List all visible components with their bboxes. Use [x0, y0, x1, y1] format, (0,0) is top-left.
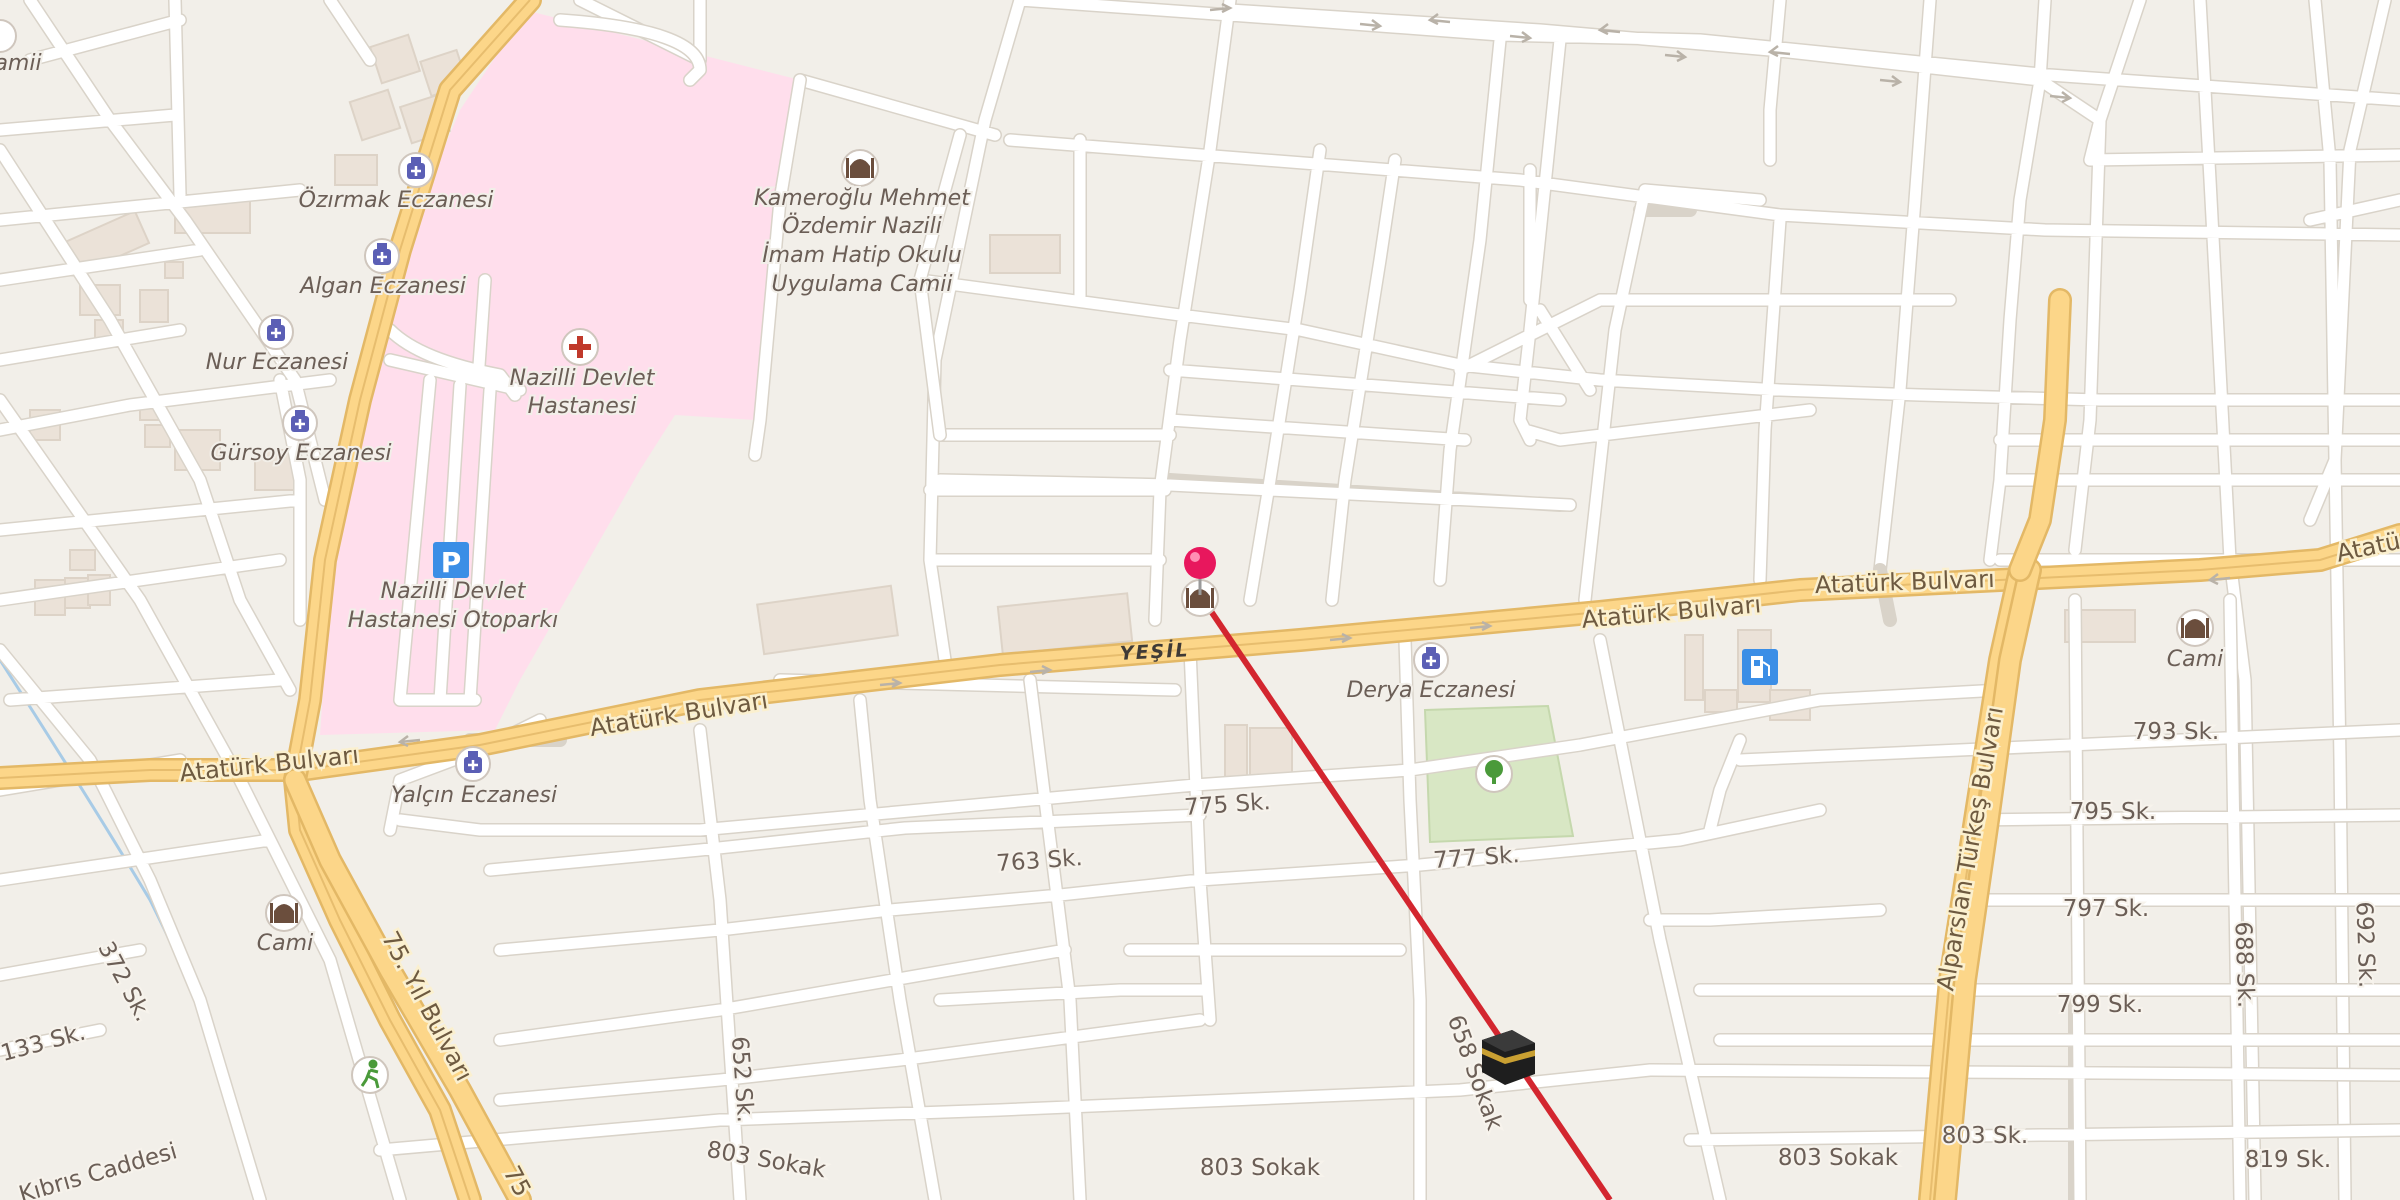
poi-label: Algan Eczanesi: [298, 274, 466, 299]
label-803-c: 803 Sokak: [1778, 1145, 1899, 1171]
park-poi[interactable]: [1475, 755, 1513, 793]
label-district: YEŞİL: [1119, 637, 1190, 665]
mosque-poi[interactable]: amii: [0, 19, 44, 78]
label-kibris: Kıbrıs Caddesi: [16, 1138, 180, 1200]
label-797: 797 Sk.: [2063, 896, 2149, 922]
poi-label-4: Uygulama Camii: [771, 272, 952, 297]
poi-label: Nazilli Devlet: [510, 366, 656, 391]
pharmacy-poi[interactable]: Derya Eczanesi: [1344, 642, 1518, 705]
poi-label: Yalçın Eczanesi: [391, 783, 557, 808]
label-793: 793 Sk.: [2133, 719, 2219, 745]
label-777: 777 Sk.: [1432, 842, 1520, 874]
sports-poi[interactable]: [351, 1056, 389, 1094]
label-819: 819 Sk.: [2245, 1147, 2331, 1173]
label-803-b: 803 Sokak: [1200, 1155, 1321, 1181]
label-763: 763 Sk.: [995, 845, 1083, 877]
label-795: 795 Sk.: [2070, 799, 2156, 825]
poi-label-3: İmam Hatip Okulu: [762, 242, 962, 268]
location-pin[interactable]: [1181, 547, 1219, 617]
map-canvas[interactable]: Atatürk Bulvarı Atatürk Bulvarı Atatürk …: [0, 0, 2400, 1200]
map-view[interactable]: Atatürk Bulvarı Atatürk Bulvarı Atatürk …: [0, 0, 2400, 1200]
label-803-d: 803 Sk.: [1942, 1123, 2028, 1149]
poi-label: Nur Eczanesi: [206, 350, 349, 375]
poi-label: Cami: [2167, 647, 2223, 672]
poi-label: Gürsoy Eczanesi: [210, 441, 391, 466]
poi-label: Özırmak Eczanesi: [299, 187, 494, 213]
fuel-poi[interactable]: [1742, 649, 1778, 685]
poi-label: Kameroğlu Mehmet: [754, 186, 971, 211]
poi-label-2: Hastanesi: [528, 394, 637, 419]
label-775: 775 Sk.: [1183, 789, 1271, 821]
label-803-a: 803 Sokak: [705, 1137, 829, 1184]
mosque-poi[interactable]: Cami: [2165, 609, 2225, 674]
poi-label-2: Hastanesi Otoparkı: [348, 608, 558, 633]
poi-label: amii: [0, 51, 42, 76]
pin-head: [1184, 547, 1216, 579]
poi-label: Nazilli Devlet: [381, 579, 527, 604]
poi-label-2: Özdemir Nazili: [782, 213, 942, 239]
label-ataturk-east: Atatürk Bulvarı: [1814, 565, 1995, 599]
label-799: 799 Sk.: [2057, 992, 2143, 1018]
poi-label: Derya Eczanesi: [1346, 678, 1515, 703]
label-692: 692 Sk.: [2350, 901, 2379, 988]
pharmacy-poi[interactable]: Nur Eczanesi: [204, 314, 350, 377]
poi-label: Cami: [257, 931, 313, 956]
label-688: 688 Sk.: [2229, 921, 2258, 1008]
parking-icon: P: [441, 546, 462, 579]
label-133: 133 Sk.: [0, 1019, 88, 1066]
